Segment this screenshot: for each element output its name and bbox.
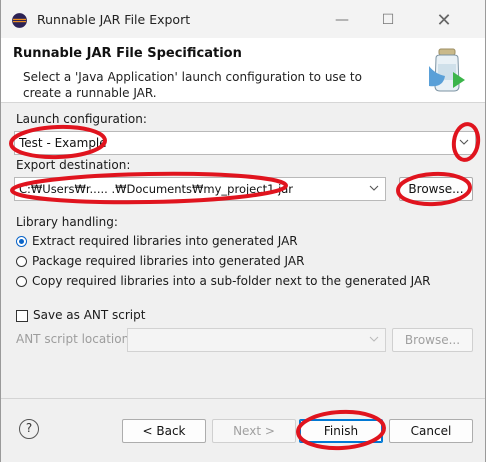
finish-button[interactable]: Finish	[299, 419, 383, 443]
export-dialog: Runnable JAR File Export — ☐ ✕ Runnable …	[0, 0, 486, 462]
help-icon[interactable]: ?	[19, 419, 39, 439]
radio-package-libraries[interactable]: Package required libraries into generate…	[16, 253, 304, 269]
radio-label: Package required libraries into generate…	[32, 254, 305, 268]
radio-button[interactable]	[16, 255, 27, 267]
ant-browse-button[interactable]: Browse...	[392, 328, 473, 352]
launch-config-combo[interactable]: Test - Example	[14, 131, 476, 155]
wizard-header: Runnable JAR File Specification Select a…	[1, 38, 485, 103]
launch-config-label: Launch configuration:	[16, 112, 147, 126]
radio-button[interactable]	[16, 235, 27, 247]
window-title: Runnable JAR File Export	[37, 12, 191, 27]
page-title: Runnable JAR File Specification	[13, 46, 242, 61]
radio-label: Extract required libraries into generate…	[32, 234, 298, 248]
save-ant-label: Save as ANT script	[33, 308, 146, 322]
minimize-button[interactable]: —	[319, 6, 365, 34]
chevron-down-icon	[459, 139, 469, 145]
close-button[interactable]: ✕	[421, 6, 467, 34]
library-handling-label: Library handling:	[16, 215, 118, 229]
ant-location-combo[interactable]	[127, 328, 386, 352]
ant-location-label: ANT script location:	[16, 332, 134, 346]
radio-copy-libraries[interactable]: Copy required libraries into a sub-folde…	[16, 273, 431, 289]
jar-wizard-icon	[429, 48, 465, 92]
title-bar: Runnable JAR File Export — ☐ ✕	[1, 0, 485, 39]
chevron-down-icon	[369, 336, 379, 342]
export-destination-label: Export destination:	[16, 158, 131, 172]
export-destination-value: C:₩Users₩r..... .₩Documents₩my_project1.…	[19, 182, 294, 196]
eclipse-icon	[12, 13, 27, 28]
radio-extract-libraries[interactable]: Extract required libraries into generate…	[16, 233, 298, 249]
cancel-button[interactable]: Cancel	[389, 419, 473, 443]
export-destination-combo[interactable]: C:₩Users₩r..... .₩Documents₩my_project1.…	[14, 177, 386, 201]
page-description: Select a 'Java Application' launch confi…	[23, 70, 362, 100]
save-ant-checkbox[interactable]	[16, 310, 28, 322]
chevron-down-icon	[369, 185, 379, 191]
radio-button[interactable]	[16, 275, 27, 287]
next-button[interactable]: Next >	[212, 419, 296, 443]
radio-label: Copy required libraries into a sub-folde…	[32, 274, 431, 288]
back-button[interactable]: < Back	[122, 419, 206, 443]
export-browse-button[interactable]: Browse...	[399, 177, 473, 201]
launch-config-value: Test - Example	[19, 136, 107, 150]
maximize-button[interactable]: ☐	[365, 6, 411, 34]
